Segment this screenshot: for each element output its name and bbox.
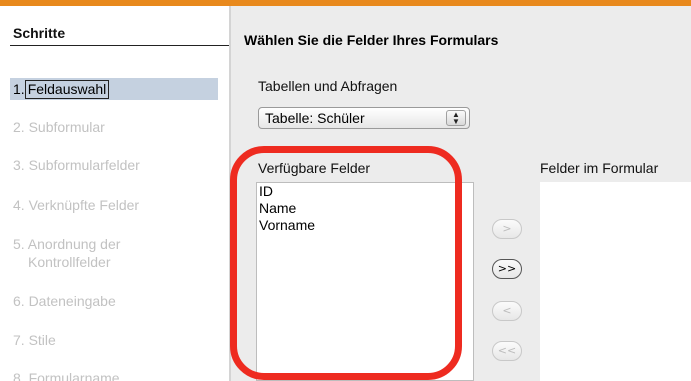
step-label-focused: Feldauswahl — [24, 80, 110, 99]
page-title: Wählen Sie die Felder Ihres Formulars — [244, 32, 499, 48]
steps-divider — [10, 45, 229, 46]
remove-all-fields-button[interactable]: << — [492, 341, 522, 361]
table-select-value: Tabelle: Schüler — [265, 110, 365, 126]
available-fields-list[interactable]: ID Name Vorname — [256, 182, 474, 381]
step-formularname[interactable]: 8. Formularname — [13, 369, 120, 381]
table-select[interactable]: Tabelle: Schüler ▲ ▼ — [258, 107, 470, 129]
step-verknuepfte-felder[interactable]: 4. Verknüpfte Felder — [13, 196, 139, 214]
list-item[interactable]: ID — [257, 183, 473, 200]
form-fields-list[interactable] — [540, 182, 691, 381]
step-anordnung[interactable]: 5. Anordnung der Kontrollfelder — [13, 235, 120, 271]
step-subformularfelder[interactable]: 3. Subformularfelder — [13, 156, 140, 174]
steps-panel — [0, 6, 229, 381]
panel-separator — [229, 6, 231, 381]
available-fields-label: Verfügbare Felder — [258, 160, 371, 176]
step-dateneingabe[interactable]: 6. Dateneingabe — [13, 292, 116, 310]
form-fields-label: Felder im Formular — [540, 160, 659, 176]
remove-field-button[interactable]: < — [492, 301, 522, 321]
steps-header: Schritte — [13, 25, 66, 41]
tables-label: Tabellen und Abfragen — [258, 78, 398, 94]
list-item[interactable]: Name — [257, 200, 473, 217]
add-field-button[interactable]: > — [492, 219, 522, 239]
add-all-fields-button[interactable]: >> — [492, 259, 522, 279]
list-item[interactable]: Vorname — [257, 217, 473, 234]
step-anordnung-line2: Kontrollfelder — [28, 254, 111, 270]
select-arrows-icon: ▲ ▼ — [446, 110, 466, 126]
step-stile[interactable]: 7. Stile — [13, 331, 56, 349]
step-feldauswahl[interactable]: 1. Feldauswahl — [13, 80, 110, 99]
step-anordnung-line1: 5. Anordnung der — [13, 236, 121, 252]
step-number: 1. — [13, 81, 25, 97]
step-subformular[interactable]: 2. Subformular — [13, 118, 105, 136]
